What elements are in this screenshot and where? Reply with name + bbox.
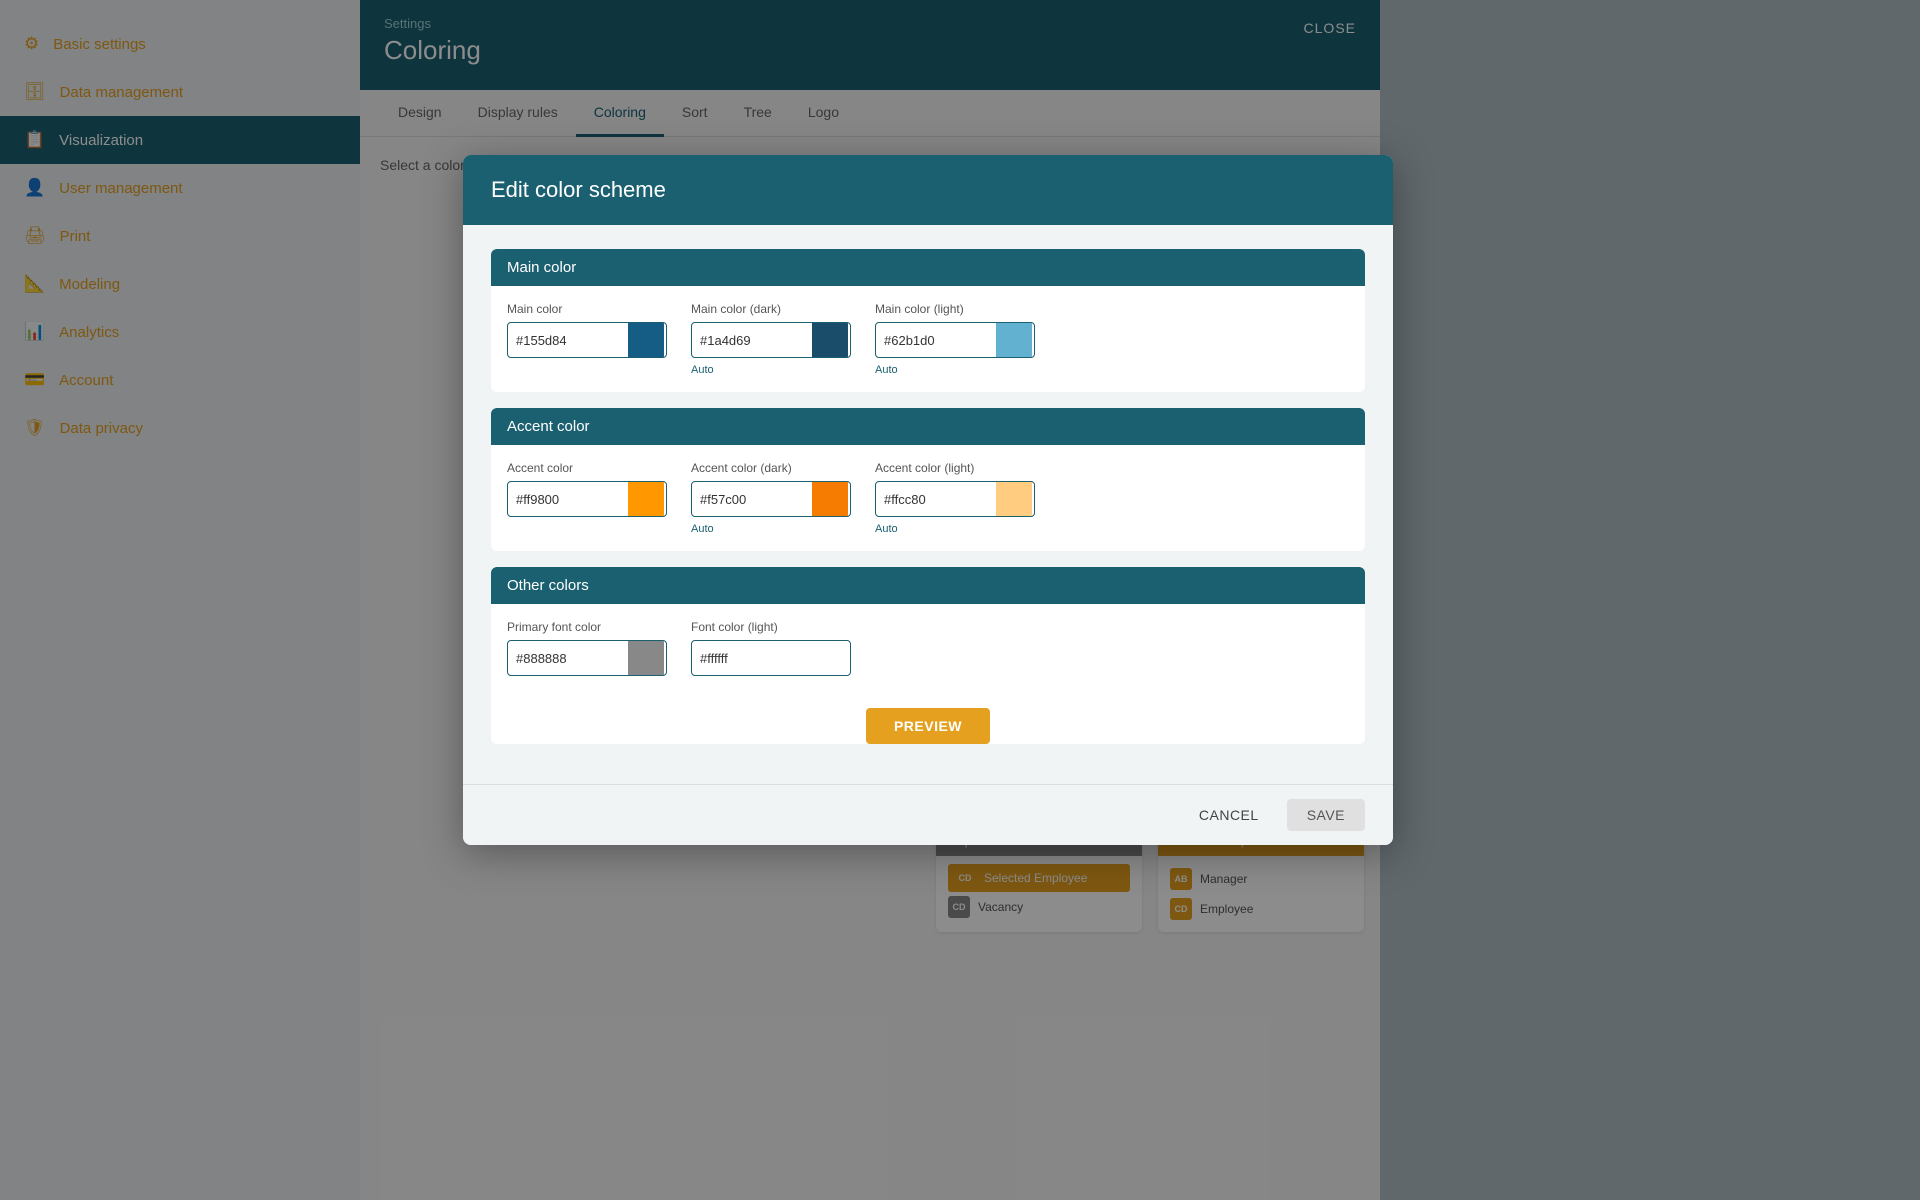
color-input-row-accent-color — [507, 481, 667, 517]
color-input-row-main-color — [507, 322, 667, 358]
color-label-accent-color: Accent color — [507, 461, 667, 475]
modal-title: Edit color scheme — [491, 177, 666, 203]
color-label-main-color: Main color — [507, 302, 667, 316]
color-swatch-main-color-dark[interactable] — [812, 323, 848, 357]
color-section-header-main-color: Main color — [491, 249, 1365, 286]
color-swatch-accent-color[interactable] — [628, 482, 664, 516]
color-input-row-main-color-dark — [691, 322, 851, 358]
modal-header: Edit color scheme — [463, 155, 1393, 225]
modal-body: Main color Main color Main color (dark) Aut… — [463, 225, 1393, 784]
color-text-font-color-light[interactable] — [692, 645, 812, 672]
color-label-accent-color-dark: Accent color (dark) — [691, 461, 851, 475]
modal-footer: CANCEL SAVE — [463, 784, 1393, 845]
color-swatch-main-color[interactable] — [628, 323, 664, 357]
color-field-accent-color-dark: Accent color (dark) Auto — [691, 461, 851, 535]
save-button[interactable]: SAVE — [1287, 799, 1365, 831]
auto-label-main-color-light: Auto — [875, 364, 1035, 376]
color-text-main-color-dark[interactable] — [692, 327, 812, 354]
color-text-accent-color-dark[interactable] — [692, 486, 812, 513]
color-text-main-color-light[interactable] — [876, 327, 996, 354]
color-swatch-font-color-light[interactable] — [812, 641, 848, 675]
color-swatch-primary-font-color[interactable] — [628, 641, 664, 675]
color-swatch-main-color-light[interactable] — [996, 323, 1032, 357]
color-text-accent-color[interactable] — [508, 486, 628, 513]
color-field-font-color-light: Font color (light) — [691, 620, 851, 676]
auto-label-main-color-dark: Auto — [691, 364, 851, 376]
color-input-row-accent-color-light — [875, 481, 1035, 517]
color-field-primary-font-color: Primary font color — [507, 620, 667, 676]
color-field-accent-color: Accent color — [507, 461, 667, 535]
color-section-body-main-color: Main colorMain color (dark)AutoMain colo… — [491, 286, 1365, 392]
color-input-row-accent-color-dark — [691, 481, 851, 517]
color-text-accent-color-light[interactable] — [876, 486, 996, 513]
color-swatch-accent-color-dark[interactable] — [812, 482, 848, 516]
edit-color-scheme-modal: Edit color scheme Main colorMain colorMa… — [463, 155, 1393, 845]
color-section-other-colors: Other colors Primary font color Font color… — [491, 567, 1365, 744]
color-label-main-color-dark: Main color (dark) — [691, 302, 851, 316]
color-label-font-color-light: Font color (light) — [691, 620, 851, 634]
color-label-main-color-light: Main color (light) — [875, 302, 1035, 316]
color-field-main-color-dark: Main color (dark) Auto — [691, 302, 851, 376]
color-section-body-other-colors: Primary font color Font color (light) — [491, 604, 1365, 692]
color-section-main-color: Main color Main color Main color (dark) Aut… — [491, 249, 1365, 392]
color-text-primary-font-color[interactable] — [508, 645, 628, 672]
color-input-row-primary-font-color — [507, 640, 667, 676]
color-section-accent-color: Accent color Accent color Accent color (da… — [491, 408, 1365, 551]
color-text-main-color[interactable] — [508, 327, 628, 354]
color-field-main-color-light: Main color (light) Auto — [875, 302, 1035, 376]
color-input-row-main-color-light — [875, 322, 1035, 358]
color-input-row-font-color-light — [691, 640, 851, 676]
color-section-header-accent-color: Accent color — [491, 408, 1365, 445]
auto-label-accent-color-light: Auto — [875, 523, 1035, 535]
color-swatch-accent-color-light[interactable] — [996, 482, 1032, 516]
color-field-main-color: Main color — [507, 302, 667, 376]
preview-button[interactable]: PREVIEW — [866, 708, 990, 744]
color-label-primary-font-color: Primary font color — [507, 620, 667, 634]
auto-label-accent-color-dark: Auto — [691, 523, 851, 535]
color-label-accent-color-light: Accent color (light) — [875, 461, 1035, 475]
cancel-button[interactable]: CANCEL — [1183, 799, 1275, 831]
color-section-body-accent-color: Accent colorAccent color (dark)AutoAccen… — [491, 445, 1365, 551]
color-section-header-other-colors: Other colors — [491, 567, 1365, 604]
color-field-accent-color-light: Accent color (light) Auto — [875, 461, 1035, 535]
